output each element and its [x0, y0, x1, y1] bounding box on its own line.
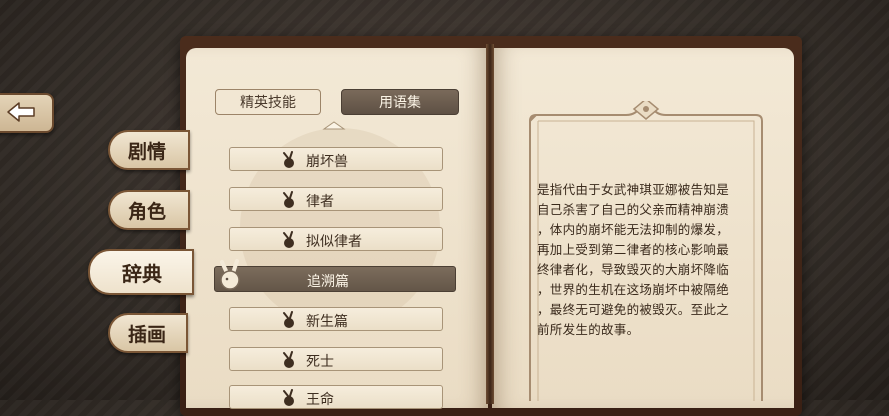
bunny-icon	[283, 151, 294, 168]
description-line: 再加上受到第二律者的核心影响最	[537, 242, 730, 257]
side-tab-story[interactable]: 剧情	[108, 130, 190, 170]
description-line: 终律者化，导致毁灭的大崩坏降临	[537, 262, 730, 277]
list-item-label: 王命	[306, 392, 334, 408]
entry-description: 是指代由于女武神琪亚娜被告知是 自己杀害了自己的父亲而精神崩溃 ，体内的崩坏能无…	[537, 180, 761, 340]
list-item[interactable]: 死士	[229, 347, 443, 371]
tab-label: 精英技能	[240, 95, 296, 111]
left-arrow-icon	[7, 102, 35, 122]
description-line: 前所发生的故事。	[537, 322, 640, 337]
tab-glossary[interactable]: 用语集	[341, 89, 459, 115]
bunny-icon	[283, 351, 294, 368]
description-line: 自己杀害了自己的父亲而精神崩溃	[537, 202, 730, 217]
list-item-label: 新生篇	[306, 314, 348, 330]
tab-label: 用语集	[379, 95, 421, 111]
side-tab-dictionary[interactable]: 辞典	[88, 249, 194, 295]
list-item[interactable]: 新生篇	[229, 307, 443, 331]
scroll-up-icon[interactable]	[322, 120, 346, 130]
list-item[interactable]: 拟似律者	[229, 227, 443, 251]
side-tab-characters[interactable]: 角色	[108, 190, 190, 230]
description-line: ，体内的崩坏能无法抑制的爆发，	[537, 222, 730, 237]
side-tab-label: 辞典	[122, 261, 162, 286]
list-item[interactable]: 律者	[229, 187, 443, 211]
side-tab-illustrations[interactable]: 插画	[108, 313, 188, 353]
tab-elite-skills[interactable]: 精英技能	[215, 89, 321, 115]
back-button[interactable]	[0, 93, 54, 133]
list-item-label: 追溯篇	[307, 274, 349, 290]
book-spine	[486, 44, 494, 404]
list-item-selected[interactable]: 追溯篇	[214, 259, 456, 292]
game-screen: 剧情 角色 辞典 插画 精英技能 用语集 崩坏兽 律者 拟似律者 追溯篇 新生篇…	[0, 0, 889, 416]
list-item-label: 拟似律者	[306, 234, 362, 250]
description-line: ，世界的生机在这场崩坏中被隔绝	[537, 282, 730, 297]
bunny-icon	[283, 311, 294, 328]
description-line: 是指代由于女武神琪亚娜被告知是	[537, 182, 730, 197]
bunny-icon	[220, 259, 240, 290]
list-item-label: 律者	[306, 194, 334, 210]
description-line: ，最终无可避免的被毁灭。至此之	[537, 302, 730, 317]
bunny-icon	[283, 389, 294, 406]
bunny-icon	[283, 231, 294, 248]
bunny-icon	[283, 191, 294, 208]
list-item[interactable]: 崩坏兽	[229, 147, 443, 171]
list-item-label: 死士	[306, 354, 334, 370]
list-item-label: 崩坏兽	[306, 154, 348, 170]
side-tab-label: 角色	[128, 200, 167, 223]
side-tab-label: 插画	[128, 323, 167, 346]
list-item[interactable]: 王命	[229, 385, 443, 409]
side-tab-label: 剧情	[128, 140, 167, 163]
